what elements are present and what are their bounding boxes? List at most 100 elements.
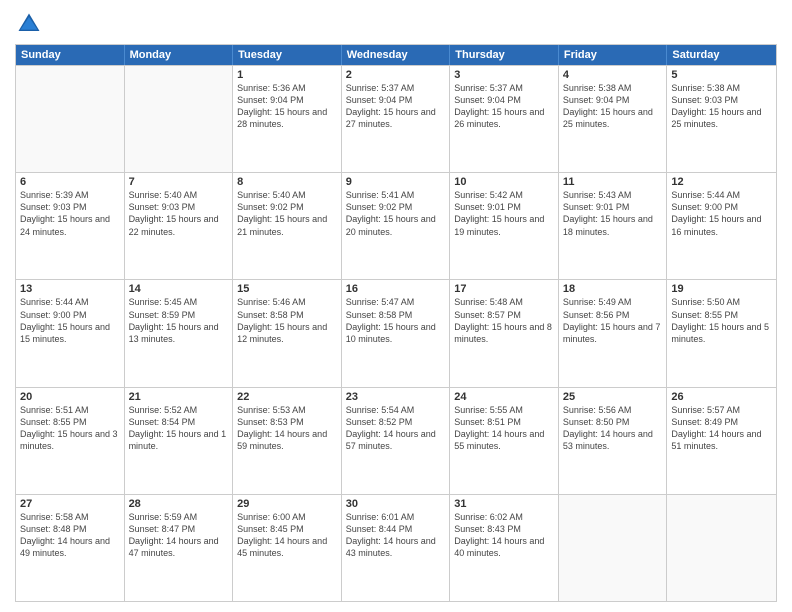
day-number: 14	[129, 283, 229, 295]
calendar-cell: 4Sunrise: 5:38 AM Sunset: 9:04 PM Daylig…	[559, 66, 668, 172]
day-number: 3	[454, 69, 554, 81]
day-number: 23	[346, 391, 446, 403]
calendar-cell: 6Sunrise: 5:39 AM Sunset: 9:03 PM Daylig…	[16, 173, 125, 279]
calendar-cell: 28Sunrise: 5:59 AM Sunset: 8:47 PM Dayli…	[125, 495, 234, 601]
calendar-cell: 30Sunrise: 6:01 AM Sunset: 8:44 PM Dayli…	[342, 495, 451, 601]
calendar-cell: 25Sunrise: 5:56 AM Sunset: 8:50 PM Dayli…	[559, 388, 668, 494]
day-number: 27	[20, 498, 120, 510]
calendar-cell: 11Sunrise: 5:43 AM Sunset: 9:01 PM Dayli…	[559, 173, 668, 279]
day-info: Sunrise: 5:46 AM Sunset: 8:58 PM Dayligh…	[237, 296, 337, 345]
day-info: Sunrise: 5:45 AM Sunset: 8:59 PM Dayligh…	[129, 296, 229, 345]
calendar-cell: 14Sunrise: 5:45 AM Sunset: 8:59 PM Dayli…	[125, 280, 234, 386]
day-info: Sunrise: 5:37 AM Sunset: 9:04 PM Dayligh…	[346, 82, 446, 131]
calendar-cell: 9Sunrise: 5:41 AM Sunset: 9:02 PM Daylig…	[342, 173, 451, 279]
day-number: 29	[237, 498, 337, 510]
day-info: Sunrise: 5:49 AM Sunset: 8:56 PM Dayligh…	[563, 296, 663, 345]
day-number: 2	[346, 69, 446, 81]
calendar-cell	[16, 66, 125, 172]
calendar-cell: 12Sunrise: 5:44 AM Sunset: 9:00 PM Dayli…	[667, 173, 776, 279]
calendar-cell: 1Sunrise: 5:36 AM Sunset: 9:04 PM Daylig…	[233, 66, 342, 172]
day-number: 25	[563, 391, 663, 403]
day-number: 19	[671, 283, 772, 295]
day-number: 5	[671, 69, 772, 81]
day-number: 22	[237, 391, 337, 403]
day-number: 10	[454, 176, 554, 188]
calendar-cell: 20Sunrise: 5:51 AM Sunset: 8:55 PM Dayli…	[16, 388, 125, 494]
calendar-cell: 27Sunrise: 5:58 AM Sunset: 8:48 PM Dayli…	[16, 495, 125, 601]
calendar-cell: 15Sunrise: 5:46 AM Sunset: 8:58 PM Dayli…	[233, 280, 342, 386]
day-info: Sunrise: 5:52 AM Sunset: 8:54 PM Dayligh…	[129, 404, 229, 453]
day-info: Sunrise: 5:47 AM Sunset: 8:58 PM Dayligh…	[346, 296, 446, 345]
weekday-header: Wednesday	[342, 45, 451, 65]
day-number: 20	[20, 391, 120, 403]
day-number: 6	[20, 176, 120, 188]
day-number: 4	[563, 69, 663, 81]
day-number: 13	[20, 283, 120, 295]
weekday-header: Tuesday	[233, 45, 342, 65]
calendar-cell	[125, 66, 234, 172]
day-info: Sunrise: 5:51 AM Sunset: 8:55 PM Dayligh…	[20, 404, 120, 453]
calendar-cell: 8Sunrise: 5:40 AM Sunset: 9:02 PM Daylig…	[233, 173, 342, 279]
calendar-cell: 24Sunrise: 5:55 AM Sunset: 8:51 PM Dayli…	[450, 388, 559, 494]
calendar-cell: 18Sunrise: 5:49 AM Sunset: 8:56 PM Dayli…	[559, 280, 668, 386]
day-number: 21	[129, 391, 229, 403]
day-info: Sunrise: 5:58 AM Sunset: 8:48 PM Dayligh…	[20, 511, 120, 560]
day-info: Sunrise: 5:59 AM Sunset: 8:47 PM Dayligh…	[129, 511, 229, 560]
day-info: Sunrise: 5:43 AM Sunset: 9:01 PM Dayligh…	[563, 189, 663, 238]
calendar-cell: 31Sunrise: 6:02 AM Sunset: 8:43 PM Dayli…	[450, 495, 559, 601]
weekday-header: Thursday	[450, 45, 559, 65]
day-info: Sunrise: 5:37 AM Sunset: 9:04 PM Dayligh…	[454, 82, 554, 131]
day-number: 17	[454, 283, 554, 295]
day-info: Sunrise: 5:55 AM Sunset: 8:51 PM Dayligh…	[454, 404, 554, 453]
day-info: Sunrise: 5:57 AM Sunset: 8:49 PM Dayligh…	[671, 404, 772, 453]
day-info: Sunrise: 5:38 AM Sunset: 9:03 PM Dayligh…	[671, 82, 772, 131]
calendar-cell: 19Sunrise: 5:50 AM Sunset: 8:55 PM Dayli…	[667, 280, 776, 386]
day-info: Sunrise: 5:36 AM Sunset: 9:04 PM Dayligh…	[237, 82, 337, 131]
day-info: Sunrise: 6:01 AM Sunset: 8:44 PM Dayligh…	[346, 511, 446, 560]
calendar-cell	[559, 495, 668, 601]
calendar-cell: 13Sunrise: 5:44 AM Sunset: 9:00 PM Dayli…	[16, 280, 125, 386]
calendar-cell: 26Sunrise: 5:57 AM Sunset: 8:49 PM Dayli…	[667, 388, 776, 494]
day-info: Sunrise: 5:40 AM Sunset: 9:02 PM Dayligh…	[237, 189, 337, 238]
day-info: Sunrise: 5:53 AM Sunset: 8:53 PM Dayligh…	[237, 404, 337, 453]
day-info: Sunrise: 6:00 AM Sunset: 8:45 PM Dayligh…	[237, 511, 337, 560]
calendar-row: 6Sunrise: 5:39 AM Sunset: 9:03 PM Daylig…	[16, 172, 776, 279]
calendar-row: 27Sunrise: 5:58 AM Sunset: 8:48 PM Dayli…	[16, 494, 776, 601]
day-info: Sunrise: 5:54 AM Sunset: 8:52 PM Dayligh…	[346, 404, 446, 453]
day-number: 30	[346, 498, 446, 510]
calendar-cell: 2Sunrise: 5:37 AM Sunset: 9:04 PM Daylig…	[342, 66, 451, 172]
calendar-row: 13Sunrise: 5:44 AM Sunset: 9:00 PM Dayli…	[16, 279, 776, 386]
day-number: 12	[671, 176, 772, 188]
day-number: 1	[237, 69, 337, 81]
page: SundayMondayTuesdayWednesdayThursdayFrid…	[0, 0, 792, 612]
calendar-cell: 21Sunrise: 5:52 AM Sunset: 8:54 PM Dayli…	[125, 388, 234, 494]
day-number: 26	[671, 391, 772, 403]
day-info: Sunrise: 5:42 AM Sunset: 9:01 PM Dayligh…	[454, 189, 554, 238]
weekday-header: Saturday	[667, 45, 776, 65]
weekday-header: Friday	[559, 45, 668, 65]
calendar-row: 1Sunrise: 5:36 AM Sunset: 9:04 PM Daylig…	[16, 65, 776, 172]
calendar-cell: 5Sunrise: 5:38 AM Sunset: 9:03 PM Daylig…	[667, 66, 776, 172]
day-number: 24	[454, 391, 554, 403]
day-info: Sunrise: 5:48 AM Sunset: 8:57 PM Dayligh…	[454, 296, 554, 345]
weekday-header: Monday	[125, 45, 234, 65]
logo-icon	[15, 10, 43, 38]
calendar-cell: 23Sunrise: 5:54 AM Sunset: 8:52 PM Dayli…	[342, 388, 451, 494]
day-info: Sunrise: 5:44 AM Sunset: 9:00 PM Dayligh…	[671, 189, 772, 238]
calendar-cell: 17Sunrise: 5:48 AM Sunset: 8:57 PM Dayli…	[450, 280, 559, 386]
calendar: SundayMondayTuesdayWednesdayThursdayFrid…	[15, 44, 777, 602]
day-info: Sunrise: 5:56 AM Sunset: 8:50 PM Dayligh…	[563, 404, 663, 453]
calendar-cell: 29Sunrise: 6:00 AM Sunset: 8:45 PM Dayli…	[233, 495, 342, 601]
day-info: Sunrise: 5:44 AM Sunset: 9:00 PM Dayligh…	[20, 296, 120, 345]
day-info: Sunrise: 5:38 AM Sunset: 9:04 PM Dayligh…	[563, 82, 663, 131]
day-info: Sunrise: 5:39 AM Sunset: 9:03 PM Dayligh…	[20, 189, 120, 238]
calendar-body: 1Sunrise: 5:36 AM Sunset: 9:04 PM Daylig…	[16, 65, 776, 601]
calendar-cell	[667, 495, 776, 601]
day-number: 11	[563, 176, 663, 188]
logo	[15, 10, 47, 38]
day-info: Sunrise: 5:50 AM Sunset: 8:55 PM Dayligh…	[671, 296, 772, 345]
calendar-cell: 10Sunrise: 5:42 AM Sunset: 9:01 PM Dayli…	[450, 173, 559, 279]
day-info: Sunrise: 5:40 AM Sunset: 9:03 PM Dayligh…	[129, 189, 229, 238]
day-number: 15	[237, 283, 337, 295]
calendar-cell: 22Sunrise: 5:53 AM Sunset: 8:53 PM Dayli…	[233, 388, 342, 494]
